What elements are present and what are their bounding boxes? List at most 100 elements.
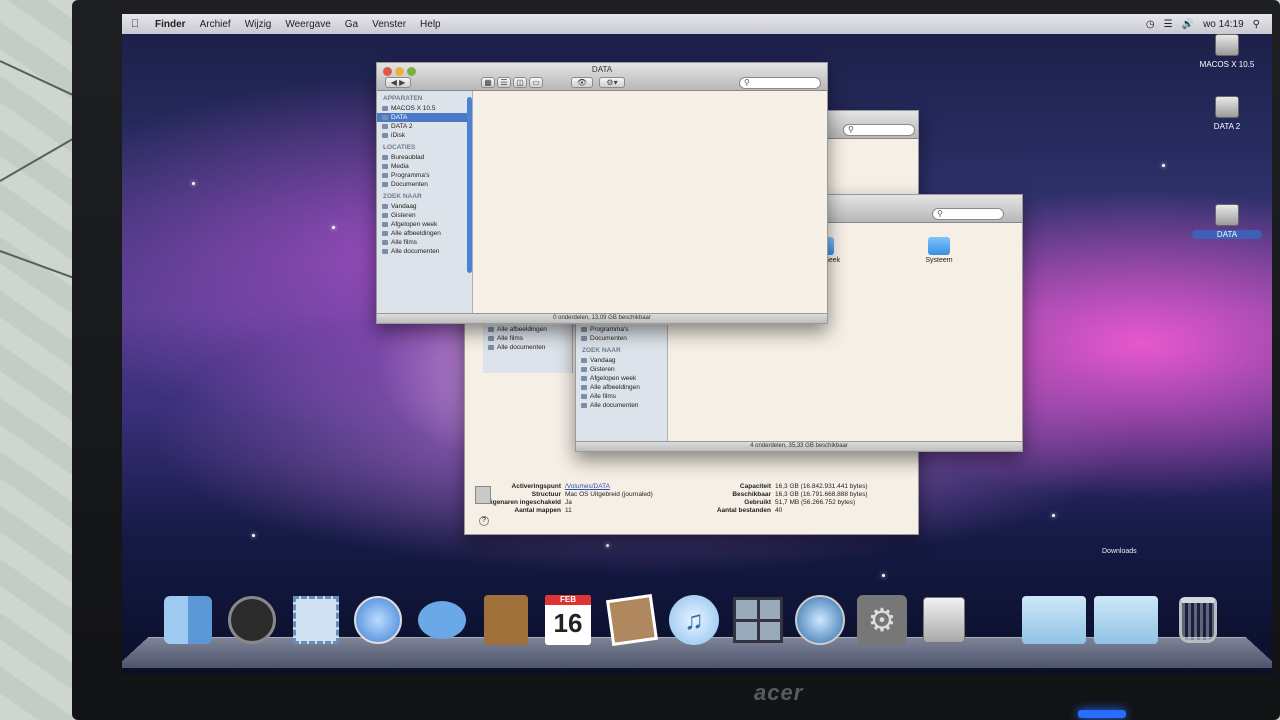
dock-stack-label: Downloads — [1102, 548, 1137, 555]
menu-weergave[interactable]: Weergave — [278, 19, 337, 30]
sidebar: APPARATEN MACOS X 10.5 DATA DATA 2 iDisk… — [377, 91, 473, 315]
hard-disk-icon — [1215, 204, 1239, 226]
help-icon[interactable]: ? — [479, 516, 489, 526]
action-gear-button[interactable]: ⚙▾ — [599, 77, 625, 88]
column-view-button[interactable]: ◫ — [513, 77, 527, 88]
ical-icon[interactable]: FEB 16 — [542, 594, 594, 646]
sidebar-item-gisteren[interactable]: Gisteren — [377, 211, 472, 220]
window-titlebar[interactable]: DATA ◀ ▶ ▦ ☰ ◫ ▭ 👁 ⚙▾ ⚲ — [377, 63, 827, 91]
spaces-icon[interactable] — [732, 594, 784, 646]
sidebar-item-programmas[interactable]: Programma's — [377, 171, 472, 180]
menu-ga[interactable]: Ga — [338, 19, 365, 30]
desktop-disk-data2[interactable]: DATA 2 — [1192, 96, 1262, 131]
sidebar-item-programmas[interactable]: Programma's — [576, 325, 667, 334]
sidebar-item-alle-documenten[interactable]: Alle documenten — [377, 247, 472, 256]
clock-text[interactable]: wo 14:19 — [1203, 19, 1244, 30]
system-preferences-icon[interactable]: ⚙ — [856, 594, 908, 646]
desktop-icon-label: DATA — [1192, 230, 1262, 239]
info-value: 40 — [775, 507, 783, 514]
sidebar-item-vandaag[interactable]: Vandaag — [576, 356, 667, 365]
info-value: 16,3 GB (16.791.668.888 bytes) — [775, 491, 868, 498]
photo-icon[interactable] — [606, 594, 658, 646]
star — [192, 182, 195, 185]
time-machine-icon[interactable] — [794, 594, 846, 646]
folder-label: Systeem — [925, 257, 953, 264]
search-field[interactable]: ⚲ — [843, 124, 915, 136]
desktop-icon-label: MACOS X 10.5 — [1199, 60, 1255, 69]
dashboard-icon[interactable] — [226, 594, 278, 646]
address-book-icon[interactable] — [480, 594, 532, 646]
ichat-icon[interactable] — [416, 594, 468, 646]
folder-icon — [928, 237, 950, 255]
menu-archief[interactable]: Archief — [193, 19, 238, 30]
sidebar-item-data[interactable]: DATA — [377, 113, 472, 122]
power-led — [1078, 710, 1126, 718]
sidebar-item-idisk[interactable]: iDisk — [377, 131, 472, 140]
window-title: DATA — [591, 65, 613, 74]
desktop-disk-data[interactable]: DATA — [1192, 204, 1262, 239]
mail-icon[interactable] — [290, 594, 342, 646]
sidebar-item-data2[interactable]: DATA 2 — [377, 122, 472, 131]
sidebar-item-vandaag[interactable]: Vandaag — [377, 202, 472, 211]
sidebar-item-afgelopen-week[interactable]: Afgelopen week — [377, 220, 472, 229]
trash-icon[interactable] — [1172, 594, 1224, 646]
sidebar-item-documenten[interactable]: Documenten — [576, 334, 667, 343]
star — [882, 574, 885, 577]
sidebar-item-documenten[interactable]: Documenten — [377, 180, 472, 189]
sidebar-item-alle-afbeeldingen[interactable]: Alle afbeeldingen — [377, 229, 472, 238]
list-view-button[interactable]: ☰ — [497, 77, 511, 88]
info-left-column: Activeringspunt/Volumes/DATA Structuur Ma… — [475, 483, 675, 515]
sidebar-section-header: APPARATEN — [383, 95, 423, 102]
menu-finder[interactable]: Finder — [148, 19, 193, 30]
sidebar-item-alle-films[interactable]: Alle films — [576, 392, 667, 401]
info-key: Beschikbaar — [732, 491, 771, 498]
sidebar-item-alle-documenten[interactable]: Alle documenten — [483, 343, 572, 352]
bluetooth-icon[interactable]: ☰ — [1164, 19, 1173, 30]
info-value-link[interactable]: /Volumes/DATA — [565, 483, 675, 491]
sidebar-item-media[interactable]: Media — [377, 162, 472, 171]
file-content-area[interactable] — [473, 91, 827, 315]
sidebar-item-alle-documenten[interactable]: Alle documenten — [576, 401, 667, 410]
search-field[interactable]: ⚲ — [932, 208, 1004, 220]
desktop-disk-macos[interactable]: MACOS X 10.5 — [1192, 34, 1262, 69]
itunes-icon[interactable]: ♫ — [668, 594, 720, 646]
menu-wijzig[interactable]: Wijzig — [238, 19, 279, 30]
sidebar-section-header: ZOEK NAAR — [383, 193, 422, 200]
folder-systeem[interactable]: Systeem — [914, 237, 964, 264]
star — [1162, 164, 1165, 167]
safari-icon[interactable] — [352, 594, 404, 646]
sidebar-item-alle-afbeeldingen[interactable]: Alle afbeeldingen — [576, 383, 667, 392]
sidebar: Programma's Documenten ZOEK NAAR Vandaag… — [576, 325, 668, 443]
coverflow-view-button[interactable]: ▭ — [529, 77, 543, 88]
volume-icon[interactable]: 🔊 — [1182, 19, 1194, 30]
search-field[interactable]: ⚲ — [739, 77, 821, 89]
sidebar-item-alle-afbeeldingen[interactable]: Alle afbeeldingen — [483, 325, 572, 334]
icon-view-button[interactable]: ▦ — [481, 77, 495, 88]
downloads-stack-icon[interactable] — [1094, 594, 1158, 646]
sidebar-scrollbar[interactable] — [467, 97, 472, 273]
spotlight-icon[interactable]: ⚲ — [1253, 19, 1260, 30]
sidebar-item-gisteren[interactable]: Gisteren — [576, 365, 667, 374]
sidebar-item-alle-films[interactable]: Alle films — [377, 238, 472, 247]
menu-venster[interactable]: Venster — [365, 19, 413, 30]
sidebar-item-alle-films[interactable]: Alle films — [483, 334, 572, 343]
apple-icon[interactable]:  — [122, 18, 148, 30]
back-forward-buttons[interactable]: ◀ ▶ — [385, 77, 411, 88]
documents-stack-icon[interactable] — [1022, 594, 1086, 646]
desktop-screen:  Finder Archief Wijzig Weergave Ga Vens… — [122, 14, 1272, 674]
sidebar-item-afgelopen-week[interactable]: Afgelopen week — [576, 374, 667, 383]
volume-info-panel: Activeringspunt/Volumes/DATA Structuur Ma… — [475, 483, 915, 515]
menu-help[interactable]: Help — [413, 19, 448, 30]
sidebar-item-bureaublad[interactable]: Bureaublad — [377, 153, 472, 162]
finder-window-data[interactable]: DATA ◀ ▶ ▦ ☰ ◫ ▭ 👁 ⚙▾ ⚲ APPARATEN MACOS … — [376, 62, 828, 324]
info-key: Aantal mappen — [514, 507, 561, 514]
disk-utility-icon[interactable] — [918, 594, 970, 646]
quicklook-button[interactable]: 👁 — [571, 77, 593, 88]
status-bar: 4 onderdelen, 35,33 GB beschikbaar — [576, 441, 1022, 451]
info-key: Aantal bestanden — [716, 507, 771, 514]
finder-icon[interactable] — [162, 594, 214, 646]
time-machine-status-icon[interactable]: ◷ — [1146, 19, 1155, 30]
info-key: Capaciteit — [739, 483, 771, 490]
hard-disk-icon — [1215, 34, 1239, 56]
sidebar-item-macos[interactable]: MACOS X 10.5 — [377, 104, 472, 113]
